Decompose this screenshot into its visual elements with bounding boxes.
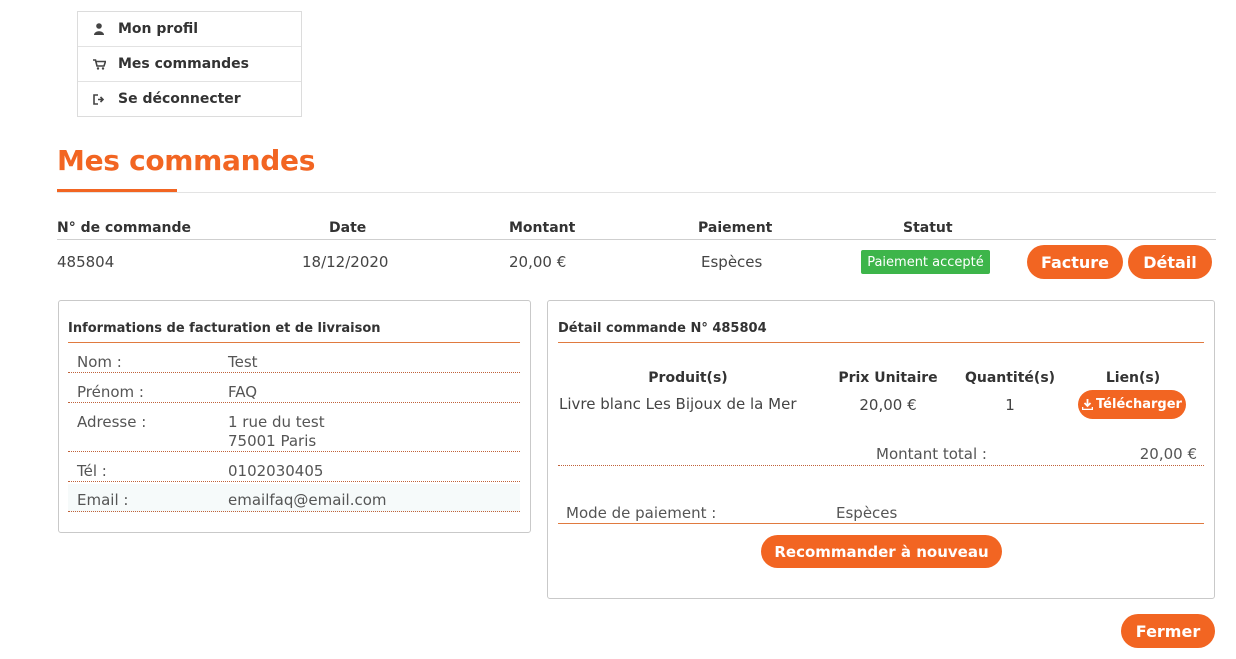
menu-item-orders[interactable]: Mes commandes [78,47,301,82]
column-header-payment: Paiement [698,220,773,236]
product-unit-price: 20,00 € [859,396,917,414]
page-title: Mes commandes [57,144,316,177]
detail-panel-title: Détail commande N° 485804 [558,321,767,336]
logout-icon [92,93,106,105]
billing-title-rule [68,342,520,343]
title-divider [57,192,1216,193]
menu-item-label: Mon profil [118,21,199,37]
column-header-product: Produit(s) [648,370,728,386]
billing-value-line2: 75001 Paris [228,432,317,450]
detail-title-rule [558,342,1204,343]
column-header-date: Date [329,220,367,236]
payment-divider [558,523,1204,524]
billing-row-prenom: Prénom : FAQ [68,377,520,403]
account-menu: Mon profil Mes commandes Se déconnecter [77,11,302,117]
payment-mode-value: Espèces [836,504,898,522]
menu-item-label: Se déconnecter [118,91,241,107]
billing-panel: Informations de facturation et de livrai… [58,300,531,533]
billing-row-tel: Tél : 0102030405 [68,456,520,482]
order-amount: 20,00 € [509,253,567,271]
table-header-divider [57,239,1216,240]
billing-row-nom: Nom : Test [68,347,520,373]
column-header-links: Lien(s) [1105,370,1161,386]
billing-value: 0102030405 [228,462,324,480]
billing-label: Tél : [77,462,107,480]
column-header-unit-price: Prix Unitaire [838,370,938,386]
total-divider [558,465,1204,466]
billing-row-email: Email : emailfaq@email.com [68,484,520,512]
billing-value: 1 rue du test [228,413,325,431]
download-label: Télécharger [1096,397,1182,412]
menu-item-profile[interactable]: Mon profil [78,12,301,47]
download-button[interactable]: Télécharger [1078,390,1186,419]
total-label: Montant total : [876,445,987,463]
column-header-status: Statut [903,220,953,236]
product-quantity: 1 [1005,396,1015,414]
billing-label: Prénom : [77,383,144,401]
menu-item-label: Mes commandes [118,56,249,72]
order-payment: Espèces [701,253,763,271]
cart-icon [92,58,106,70]
order-number: 485804 [57,253,115,271]
total-value: 20,00 € [1139,445,1197,463]
billing-value: Test [228,353,258,371]
reorder-button[interactable]: Recommander à nouveau [761,535,1002,568]
billing-label: Adresse : [77,413,147,431]
column-header-amount: Montant [509,220,576,236]
column-header-number: N° de commande [57,220,192,236]
payment-mode-label: Mode de paiement : [566,504,717,522]
billing-row-adresse: Adresse : 1 rue du test 75001 Paris [68,407,520,452]
menu-item-logout[interactable]: Se déconnecter [78,82,301,116]
column-header-quantity: Quantité(s) [964,370,1056,386]
download-icon [1082,399,1094,410]
billing-panel-title: Informations de facturation et de livrai… [68,321,381,336]
billing-value: emailfaq@email.com [228,491,387,509]
user-icon [92,23,106,35]
detail-button[interactable]: Détail [1128,245,1212,279]
billing-value: FAQ [228,383,258,401]
order-detail-panel: Détail commande N° 485804 Produit(s) Pri… [547,300,1215,599]
billing-label: Nom : [77,353,122,371]
order-date: 18/12/2020 [302,253,389,271]
status-badge: Paiement accepté [861,250,990,274]
invoice-button[interactable]: Facture [1027,245,1123,279]
product-name: Livre blanc Les Bijoux de la Mer [559,395,797,413]
billing-label: Email : [77,491,129,509]
close-button[interactable]: Fermer [1121,614,1215,648]
